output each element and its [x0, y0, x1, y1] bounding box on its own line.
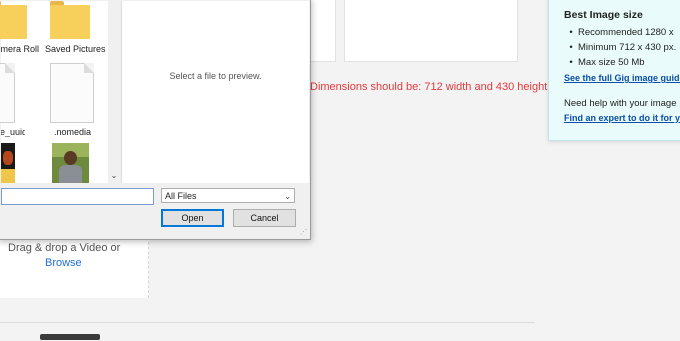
image-guide-link[interactable]: See the full Gig image guide — [564, 73, 680, 83]
document-icon — [50, 63, 94, 123]
help-text: Need help with your image — [564, 98, 677, 109]
guidelines-title: Best Image size — [564, 9, 643, 21]
preview-placeholder: Select a file to preview. — [169, 71, 262, 81]
find-expert-link[interactable]: Find an expert to do it for y — [564, 113, 680, 123]
guidelines-list: Recommended 1280 x Minimum 712 x 430 px.… — [564, 25, 676, 70]
image-guidelines-panel: Best Image size Recommended 1280 x Minim… — [548, 0, 680, 141]
cancel-button[interactable]: Cancel — [233, 209, 296, 227]
filename-input[interactable] — [1, 188, 154, 205]
preview-pane: Select a file to preview. — [121, 1, 309, 183]
file-list-pane: Camera Roll Saved Pictures device_uuid .… — [0, 1, 108, 183]
guideline-item: Minimum 712 x 430 px. — [564, 40, 676, 55]
file-open-dialog: Camera Roll Saved Pictures device_uuid .… — [0, 0, 311, 240]
chevron-down-icon: ⌄ — [284, 192, 291, 201]
file-list-scrollbar[interactable]: ⌄ — [108, 1, 120, 183]
drag-drop-text: Drag & drop a Video or — [8, 242, 121, 254]
scroll-down-arrow-icon[interactable]: ⌄ — [108, 171, 120, 181]
image-slot-card[interactable] — [344, 0, 518, 62]
photo-thumbnail[interactable] — [52, 143, 89, 183]
section-divider — [0, 322, 535, 323]
file-label: Camera Roll — [0, 44, 40, 54]
filetype-select[interactable]: All Files ⌄ — [161, 188, 295, 203]
photo-thumbnail[interactable] — [1, 143, 15, 183]
dimension-error-message: Dimensions should be: 712 width and 430 … — [310, 81, 548, 93]
section-heading — [40, 334, 100, 340]
filetype-value: All Files — [165, 191, 197, 201]
file-label: device_uuid — [1, 127, 25, 137]
browse-link[interactable]: Browse — [45, 257, 82, 269]
resize-grip-icon[interactable]: ⋰ — [300, 229, 308, 237]
file-label: .nomedia — [54, 127, 92, 137]
document-icon — [0, 63, 15, 123]
guideline-item: Max size 50 Mb — [564, 55, 676, 70]
folder-icon — [50, 1, 90, 39]
guideline-item: Recommended 1280 x — [564, 25, 676, 40]
folder-icon — [0, 1, 27, 39]
file-label: Saved Pictures — [45, 44, 106, 54]
open-button[interactable]: Open — [161, 209, 224, 227]
